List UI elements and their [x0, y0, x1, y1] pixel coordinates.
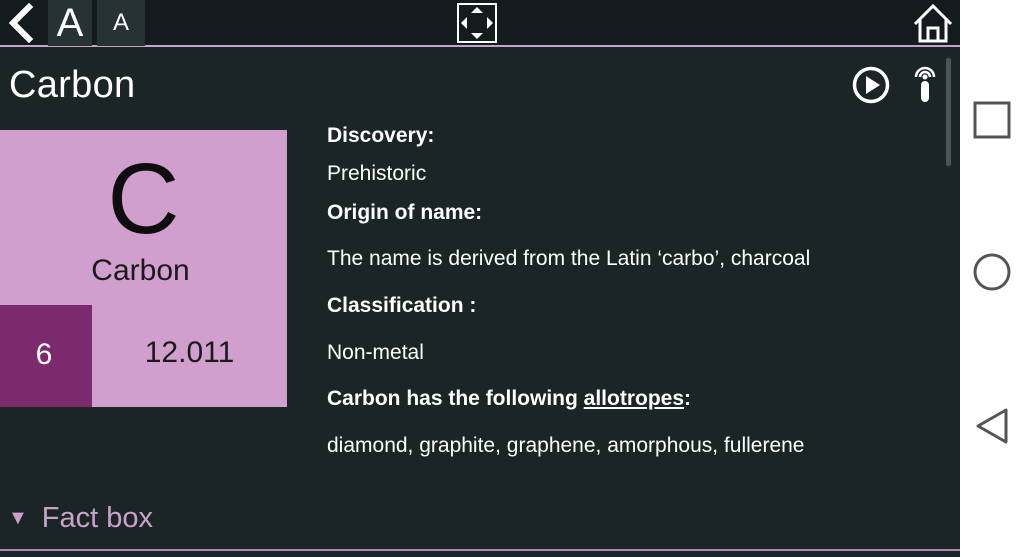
app-window: A A Carbon C Carbon 6 12.011 Discovery: …: [0, 0, 960, 557]
top-toolbar: A A: [0, 0, 960, 47]
page-title: Carbon: [9, 64, 136, 106]
triangle-icon: [976, 408, 1008, 444]
back-button[interactable]: [0, 0, 44, 46]
atomic-mass: 12.011: [144, 336, 235, 369]
atomic-number-box: 6: [0, 305, 92, 407]
classification-label: Classification :: [327, 294, 477, 317]
triangle-down-icon: ▼: [8, 507, 28, 529]
scrollbar[interactable]: [946, 58, 951, 166]
system-navigation-bar: [960, 0, 1024, 557]
audio-button[interactable]: [912, 64, 938, 104]
allotropes-link[interactable]: allotropes: [584, 387, 684, 410]
back-icon: [8, 3, 34, 43]
fact-box-toggle[interactable]: ▼ Fact box: [8, 502, 153, 535]
discovery-value: Prehistoric: [327, 162, 427, 185]
system-home-button[interactable]: [960, 242, 1024, 302]
decrease-font-button[interactable]: A: [97, 0, 145, 46]
fullscreen-button[interactable]: [453, 0, 501, 46]
allotropes-heading: Carbon has the following allotropes:: [327, 387, 691, 411]
origin-label: Origin of name:: [327, 201, 483, 224]
square-icon: [973, 101, 1011, 139]
element-tile: C Carbon 6 12.011: [0, 130, 287, 407]
increase-font-label: A: [56, 0, 84, 45]
decrease-font-label: A: [112, 9, 129, 36]
increase-font-button[interactable]: A: [48, 0, 92, 46]
element-name: Carbon: [91, 254, 190, 287]
divider: [0, 549, 960, 551]
element-symbol: C: [107, 143, 180, 255]
recent-apps-button[interactable]: [960, 90, 1024, 150]
allotropes-suffix: :: [684, 387, 692, 410]
origin-value: The name is derived from the Latin ‘carb…: [327, 247, 811, 270]
atomic-number: 6: [35, 338, 53, 371]
fullscreen-icon: [457, 3, 497, 43]
play-icon: [852, 66, 890, 104]
classification-value: Non-metal: [327, 341, 424, 364]
home-icon: [913, 3, 953, 43]
discovery-label: Discovery:: [327, 124, 435, 147]
circle-icon: [973, 253, 1011, 291]
play-button[interactable]: [852, 66, 890, 104]
home-button[interactable]: [910, 0, 956, 46]
allotropes-value: diamond, graphite, graphene, amorphous, …: [327, 434, 805, 457]
allotropes-prefix: Carbon has the following: [327, 387, 584, 410]
system-back-button[interactable]: [960, 396, 1024, 456]
fact-box-label: Fact box: [41, 502, 154, 534]
audio-icon: [914, 66, 936, 102]
